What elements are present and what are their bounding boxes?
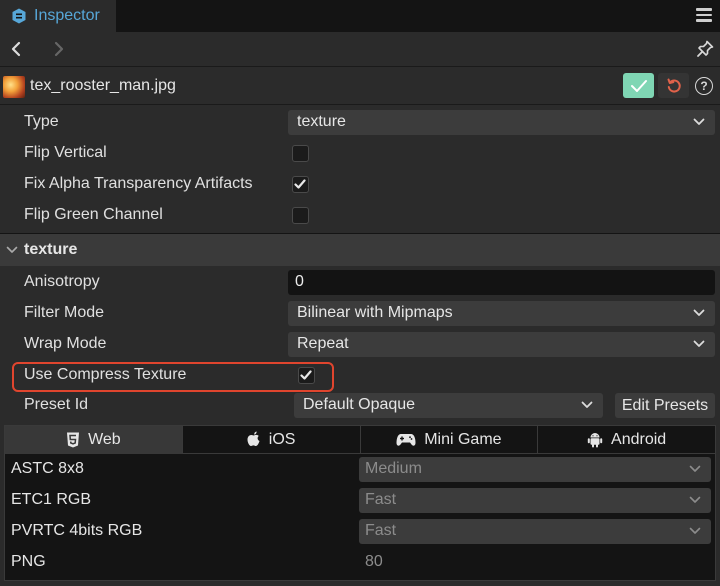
property-row-filter-mode: Filter Mode Bilinear with Mipmaps: [0, 298, 720, 329]
wrap-mode-value: Repeat: [297, 335, 349, 352]
chevron-down-icon: [689, 465, 701, 472]
property-row-fix-alpha: Fix Alpha Transparency Artifacts: [0, 169, 720, 200]
etc1-quality-value: Fast: [365, 491, 397, 508]
wrap-mode-label: Wrap Mode: [24, 335, 107, 352]
chevron-down-icon: [693, 309, 705, 316]
chevron-down-icon: [693, 340, 705, 347]
pvrtc-quality-value: Fast: [365, 522, 397, 539]
platform-tabs: Web iOS Mini Game Android: [5, 426, 715, 454]
tab-web-label: Web: [88, 430, 121, 448]
asset-name: tex_rooster_man.jpg: [30, 77, 176, 94]
etc1-label: ETC1 RGB: [11, 491, 92, 508]
revert-icon: [667, 78, 681, 93]
tab-mini-game-label: Mini Game: [424, 430, 502, 448]
chevron-down-icon: [693, 118, 705, 125]
tab-inspector[interactable]: Inspector: [0, 0, 116, 32]
tab-inspector-label: Inspector: [34, 7, 100, 24]
property-row-preset-id: Preset Id Default Opaque: [0, 390, 720, 421]
apply-button[interactable]: [623, 73, 654, 98]
apple-icon: [247, 431, 260, 446]
chevron-down-icon: [581, 401, 593, 408]
filter-mode-value: Bilinear with Mipmaps: [297, 304, 453, 321]
type-label: Type: [24, 113, 59, 130]
type-value: texture: [297, 113, 346, 130]
platform-row-astc: ASTC 8x8 Medium: [5, 454, 715, 485]
checkmark-icon: [630, 79, 647, 92]
wrap-mode-select[interactable]: Repeat: [288, 332, 715, 357]
anisotropy-value: 0: [295, 273, 304, 290]
flip-green-checkbox[interactable]: [292, 207, 309, 224]
revert-button[interactable]: [658, 73, 689, 98]
preset-id-label: Preset Id: [24, 396, 89, 413]
anisotropy-input[interactable]: 0: [288, 270, 715, 295]
chevron-down-icon: [6, 246, 18, 253]
tab-ios-label: iOS: [268, 430, 296, 448]
platform-row-png: PNG 80: [5, 547, 715, 578]
image-thumbnail: [3, 76, 25, 98]
tab-ios[interactable]: iOS: [182, 426, 361, 454]
property-row-flip-green: Flip Green Channel: [0, 200, 720, 231]
pvrtc-label: PVRTC 4bits RGB: [11, 522, 143, 539]
property-row-anisotropy: Anisotropy 0: [0, 267, 720, 298]
checkmark-icon: [294, 179, 306, 189]
pin-icon[interactable]: [696, 40, 714, 58]
android-icon: [587, 433, 603, 448]
texture-section-header[interactable]: texture: [0, 234, 720, 266]
chevron-right-icon[interactable]: [51, 40, 67, 58]
platform-settings-panel: Web iOS Mini Game Android ASTC 8x8 Mediu…: [4, 425, 716, 581]
filter-mode-select[interactable]: Bilinear with Mipmaps: [288, 301, 715, 326]
navigation-bar: [0, 32, 720, 67]
astc-quality-select[interactable]: Medium: [359, 457, 711, 482]
asset-header: tex_rooster_man.jpg: [0, 68, 720, 105]
tab-mini-game[interactable]: Mini Game: [360, 426, 539, 454]
tab-android-label: Android: [611, 430, 667, 448]
astc-label: ASTC 8x8: [11, 460, 84, 477]
etc1-quality-select[interactable]: Fast: [359, 488, 711, 513]
tab-web[interactable]: Web: [5, 426, 183, 454]
platform-row-etc1: ETC1 RGB Fast: [5, 485, 715, 516]
help-icon: ?: [700, 79, 708, 93]
fix-alpha-label: Fix Alpha Transparency Artifacts: [24, 175, 253, 192]
flip-vertical-checkbox[interactable]: [292, 145, 309, 162]
preset-id-select[interactable]: Default Opaque: [294, 393, 603, 418]
chevron-down-icon: [689, 496, 701, 503]
tab-android[interactable]: Android: [538, 426, 715, 454]
anisotropy-label: Anisotropy: [24, 273, 100, 290]
html5-icon: [67, 432, 80, 447]
chevron-left-icon[interactable]: [8, 40, 24, 58]
section-title: texture: [24, 241, 78, 258]
panel-tab-bar: Inspector: [0, 0, 720, 32]
highlight-annotation: [12, 362, 334, 392]
property-row-wrap-mode: Wrap Mode Repeat: [0, 329, 720, 360]
flip-green-label: Flip Green Channel: [24, 206, 163, 223]
chevron-down-icon: [689, 527, 701, 534]
fix-alpha-checkbox[interactable]: [292, 176, 309, 193]
edit-presets-button[interactable]: Edit Presets: [615, 393, 715, 418]
gamepad-icon: [396, 433, 416, 446]
preset-id-value: Default Opaque: [303, 396, 416, 413]
hamburger-menu-icon[interactable]: [696, 8, 712, 24]
png-quality-value[interactable]: 80: [365, 553, 383, 571]
filter-mode-label: Filter Mode: [24, 304, 105, 321]
astc-quality-value: Medium: [365, 460, 422, 477]
type-select[interactable]: texture: [288, 110, 715, 135]
platform-row-pvrtc: PVRTC 4bits RGB Fast: [5, 516, 715, 547]
inspector-icon: [12, 8, 26, 24]
pvrtc-quality-select[interactable]: Fast: [359, 519, 711, 544]
property-row-type: Type texture: [0, 107, 720, 138]
png-label: PNG: [11, 553, 46, 570]
property-row-flip-vertical: Flip Vertical: [0, 138, 720, 169]
flip-vertical-label: Flip Vertical: [24, 144, 107, 161]
help-button[interactable]: ?: [695, 77, 713, 95]
